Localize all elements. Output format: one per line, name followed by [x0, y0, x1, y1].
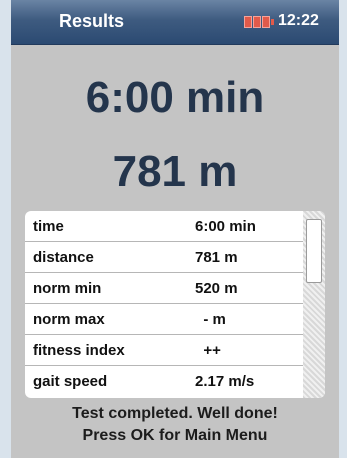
- row-value: 520 m: [195, 280, 238, 297]
- scrollbar-thumb[interactable]: [306, 219, 322, 283]
- summary-distance: 781 m: [112, 147, 238, 196]
- clock: 12:22: [278, 12, 319, 29]
- row-label: distance: [33, 249, 94, 266]
- table-row: norm min 520 m: [25, 273, 319, 304]
- row-value: ++: [195, 342, 221, 359]
- row-label: time: [33, 218, 64, 235]
- row-value: 781 m: [195, 249, 238, 266]
- scrollbar[interactable]: [303, 211, 325, 398]
- table-row: fitness index ++: [25, 335, 319, 366]
- battery-icon: [244, 16, 274, 28]
- row-label: gait speed: [33, 373, 108, 390]
- row-label: norm min: [33, 280, 102, 297]
- status-bar: Results 12:22: [11, 0, 339, 45]
- row-value: 6:00 min: [195, 218, 256, 235]
- completion-message: Test completed. Well done!: [72, 405, 278, 422]
- row-label: fitness index: [33, 342, 125, 359]
- table-row: distance 781 m: [25, 242, 319, 273]
- summary-time: 6:00 min: [85, 73, 265, 122]
- menu-instruction: Press OK for Main Menu: [82, 427, 268, 444]
- row-value: - m: [195, 311, 226, 328]
- page-title: Results: [59, 11, 125, 31]
- row-label: norm max: [33, 311, 105, 328]
- results-table: time 6:00 min distance 781 m norm min 52…: [25, 211, 325, 398]
- table-row: time 6:00 min: [25, 211, 319, 242]
- table-row: gait speed 2.17 m/s: [25, 366, 319, 396]
- row-value: 2.17 m/s: [195, 373, 255, 390]
- table-row: norm max - m: [25, 304, 319, 335]
- device-screen: Results 12:22 6:00 min 781 m time 6:00 m…: [11, 0, 339, 458]
